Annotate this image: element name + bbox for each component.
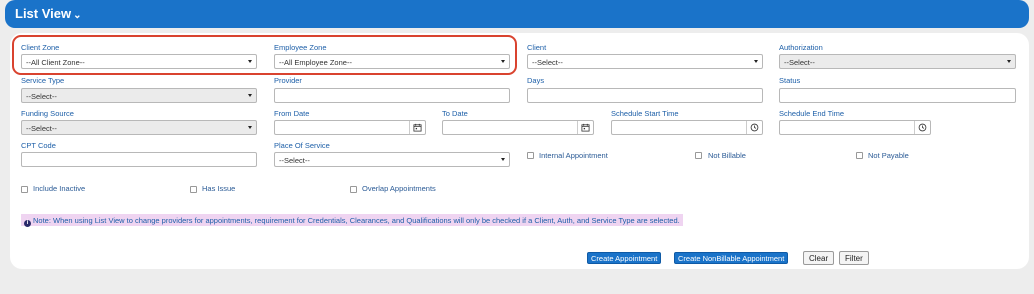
cpt-code-input[interactable] [21,152,257,167]
days-label: Days [527,76,545,85]
not-billable-checkbox[interactable] [695,152,702,159]
overlap-appointments-label: Overlap Appointments [362,184,436,193]
status-input[interactable] [779,88,1016,103]
service-type-label: Service Type [21,76,65,85]
info-icon: i [24,220,31,227]
from-date-label: From Date [274,109,310,118]
info-note-text: Note: When using List View to change pro… [33,216,680,225]
client-label: Client [527,43,547,52]
service-type-select[interactable]: --Select-- [21,88,257,103]
calendar-icon[interactable] [577,121,593,134]
dropdown-arrow-icon [754,60,758,63]
place-of-service-value: --Select-- [279,156,310,165]
not-billable-label: Not Billable [708,151,746,160]
place-of-service-label: Place Of Service [274,141,330,150]
has-issue-checkbox[interactable] [190,186,197,193]
internal-appointment-label: Internal Appointment [539,151,608,160]
schedule-start-time-label: Schedule Start Time [611,109,679,118]
list-view-title: List View [15,6,72,21]
funding-source-select[interactable]: --Select-- [21,120,257,135]
provider-input[interactable] [274,88,510,103]
provider-label: Provider [274,76,302,85]
status-label: Status [779,76,801,85]
client-select[interactable]: --Select-- [527,54,763,69]
include-inactive-checkbox[interactable] [21,186,28,193]
authorization-label: Authorization [779,43,823,52]
dropdown-arrow-icon [1007,60,1011,63]
to-date-input[interactable] [442,120,594,135]
internal-appointment-checkbox[interactable] [527,152,534,159]
not-payable-label: Not Payable [868,151,909,160]
calendar-icon[interactable] [409,121,425,134]
create-appointment-button[interactable]: Create Appointment [587,252,662,264]
place-of-service-select[interactable]: --Select-- [274,152,510,167]
authorization-select[interactable]: --Select-- [779,54,1016,69]
chevron-down-icon[interactable]: ⌄ [73,10,81,21]
info-note: i Note: When using List View to change pr… [21,214,683,227]
schedule-start-time-input[interactable] [611,120,763,135]
not-payable-checkbox[interactable] [856,152,863,159]
cpt-code-label: CPT Code [21,141,56,150]
authorization-value: --Select-- [784,58,815,67]
dropdown-arrow-icon [248,126,252,129]
schedule-end-time-input[interactable] [779,120,931,135]
list-view-header[interactable]: List View ⌄ [5,0,1029,28]
funding-source-value: --Select-- [26,124,57,133]
zone-highlight-box [12,35,517,75]
clock-icon[interactable] [914,121,930,134]
client-value: --Select-- [532,58,563,67]
days-input[interactable] [527,88,763,103]
clock-icon[interactable] [746,121,762,134]
to-date-label: To Date [442,109,468,118]
schedule-end-time-label: Schedule End Time [779,109,845,118]
clear-button[interactable]: Clear [803,251,835,265]
filter-button[interactable]: Filter [839,251,869,265]
create-nonbillable-appointment-button[interactable]: Create NonBillable Appointment [674,252,789,264]
dropdown-arrow-icon [248,94,252,97]
overlap-appointments-checkbox[interactable] [350,186,357,193]
has-issue-label: Has Issue [202,184,236,193]
from-date-input[interactable] [274,120,426,135]
dropdown-arrow-icon [501,158,505,161]
service-type-value: --Select-- [26,92,57,101]
include-inactive-label: Include Inactive [33,184,86,193]
funding-source-label: Funding Source [21,109,74,118]
